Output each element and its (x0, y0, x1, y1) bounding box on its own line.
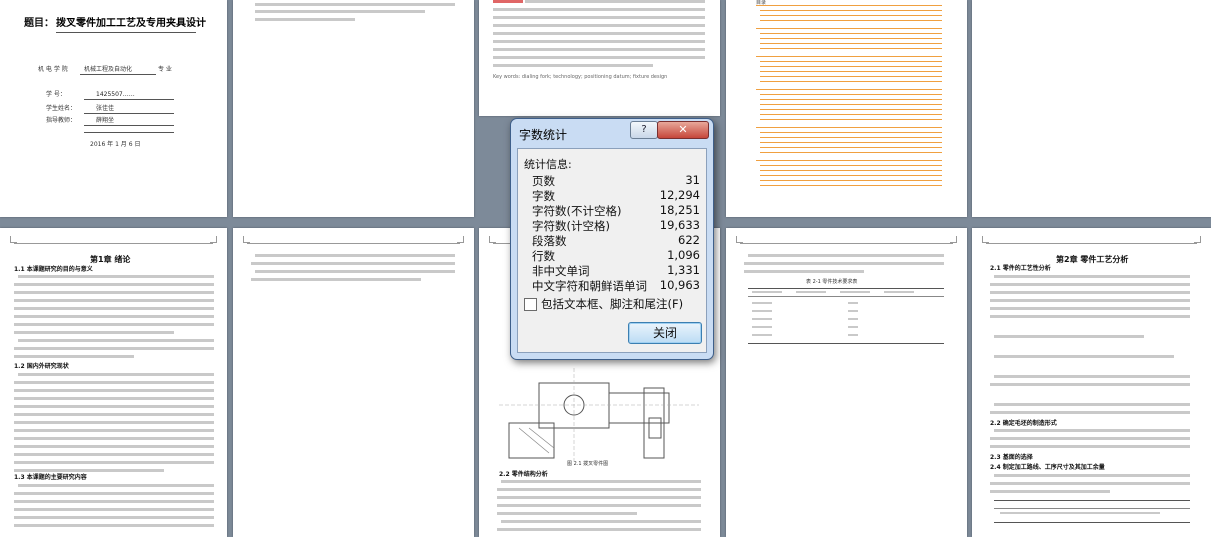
ch1-title: 第1章 绪论 (90, 255, 131, 264)
stat-value: 18,251 (659, 203, 700, 217)
dialog-body: 统计信息: 页数 31 字数 12,294 字符数(不计空格) 18,251 字… (517, 148, 707, 353)
abstract-keywords: Key words: dialing fork; technology; pos… (493, 74, 668, 80)
stat-label: 字符数(计空格) (532, 219, 610, 233)
document-page-ch2[interactable]: 第2章 零件工艺分析 2.1 零件的工艺性分析 2.2 确定毛坯的制造形式 2.… (972, 228, 1211, 537)
stat-value: 622 (678, 233, 700, 247)
cover-title-underline (56, 32, 196, 33)
section-2-2: 2.2 零件结构分析 (499, 471, 548, 478)
cover-major-suffix: 专 业 (158, 66, 172, 73)
document-page-2[interactable] (233, 228, 474, 537)
ch1-s3: 1.3 本课题的主要研究内容 (14, 474, 87, 481)
ch1-s2: 1.2 国内外研究现状 (14, 363, 69, 370)
stat-value: 12,294 (659, 188, 700, 202)
stats-heading: 统计信息: (524, 158, 572, 171)
document-page-abstract-cn[interactable] (233, 0, 474, 217)
document-page-cover[interactable]: 题目： 拨叉零件加工工艺及专用夹具设计 机 电 学 院 机械工程及自动化 专 业… (0, 0, 227, 217)
stat-value: 1,096 (667, 248, 700, 262)
cover-name-value: 张佳佳 (96, 105, 115, 112)
dialog-title: 字数统计 (519, 128, 568, 142)
stat-chars-with-spaces: 字符数(计空格) 19,633 (532, 218, 700, 233)
cover-title: 拨叉零件加工工艺及专用夹具设计 (56, 18, 206, 29)
document-page-ch1[interactable]: 第1章 绪论 1.1 本课题研究的目的与意义 1.2 国内外研究现状 1.3 本… (0, 228, 227, 537)
stat-label: 非中文单词 (532, 264, 590, 278)
document-page-4[interactable]: 表 2-1 零件技术要求表 (726, 228, 967, 537)
cover-major: 机械工程及自动化 (84, 66, 133, 73)
stat-lines: 行数 1,096 (532, 248, 700, 263)
cover-id-label: 学 号： (46, 91, 66, 98)
include-textboxes-checkbox[interactable] (524, 298, 537, 311)
cover-school: 机 电 学 院 (38, 66, 68, 73)
cover-advisor-label: 指导教师： (46, 117, 77, 124)
stat-label: 行数 (532, 249, 555, 263)
stat-non-asian-words: 非中文单词 1,331 (532, 263, 700, 278)
cover-date: 2016 年 1 月 6 日 (90, 141, 141, 148)
document-page-blank-top[interactable] (972, 0, 1211, 217)
document-page-toc[interactable]: 目录 (726, 0, 967, 217)
part-drawing (499, 368, 699, 463)
stat-words: 字数 12,294 (532, 188, 700, 203)
stat-paragraphs: 段落数 622 (532, 233, 700, 248)
ch2-s1: 2.1 零件的工艺性分析 (990, 265, 1051, 272)
close-icon[interactable]: ✕ (657, 121, 709, 139)
ch2-s4: 2.4 制定加工路线、工序尺寸及其加工余量 (990, 464, 1105, 471)
figure-caption: 图 2.1 拨叉零件图 (567, 461, 609, 467)
stat-label: 中文字符和朝鲜语单词 (532, 279, 647, 293)
ch2-s2: 2.2 确定毛坯的制造形式 (990, 420, 1057, 427)
tech-table (748, 288, 944, 344)
ch2-s3: 2.3 基面的选择 (990, 454, 1033, 461)
document-page-abstract-en[interactable]: Key words: dialing fork; technology; pos… (479, 0, 720, 116)
cover-advisor-value: 薛翔坐 (96, 117, 115, 124)
stat-value: 31 (685, 173, 700, 187)
include-textboxes-label[interactable]: 包括文本框、脚注和尾注(F) (541, 296, 683, 312)
process-table (994, 500, 1190, 530)
table-caption: 表 2-1 零件技术要求表 (806, 279, 858, 285)
stat-chars-no-spaces: 字符数(不计空格) 18,251 (532, 203, 700, 218)
close-button[interactable]: 关闭 (628, 322, 702, 344)
stat-value: 1,331 (667, 263, 700, 277)
help-button[interactable]: ? (630, 121, 658, 139)
ch1-s1: 1.1 本课题研究的目的与意义 (14, 266, 93, 273)
stat-value: 19,633 (659, 218, 700, 232)
stat-pages: 页数 31 (532, 173, 700, 188)
stat-label: 页数 (532, 174, 555, 188)
stat-label: 字符数(不计空格) (532, 204, 622, 218)
cover-title-label: 题目： (24, 18, 54, 29)
ch2-title: 第2章 零件工艺分析 (1056, 255, 1129, 264)
stat-label: 字数 (532, 189, 555, 203)
stat-label: 段落数 (532, 234, 567, 248)
stat-value: 10,963 (659, 278, 700, 292)
cover-name-label: 学生姓名： (46, 105, 77, 112)
stat-asian-chars: 中文字符和朝鲜语单词 10,963 (532, 278, 700, 293)
cover-id-value: 1425507…… (96, 91, 135, 98)
word-count-dialog: 字数统计 ? ✕ 统计信息: 页数 31 字数 12,294 字符数(不计空格)… (510, 118, 714, 360)
